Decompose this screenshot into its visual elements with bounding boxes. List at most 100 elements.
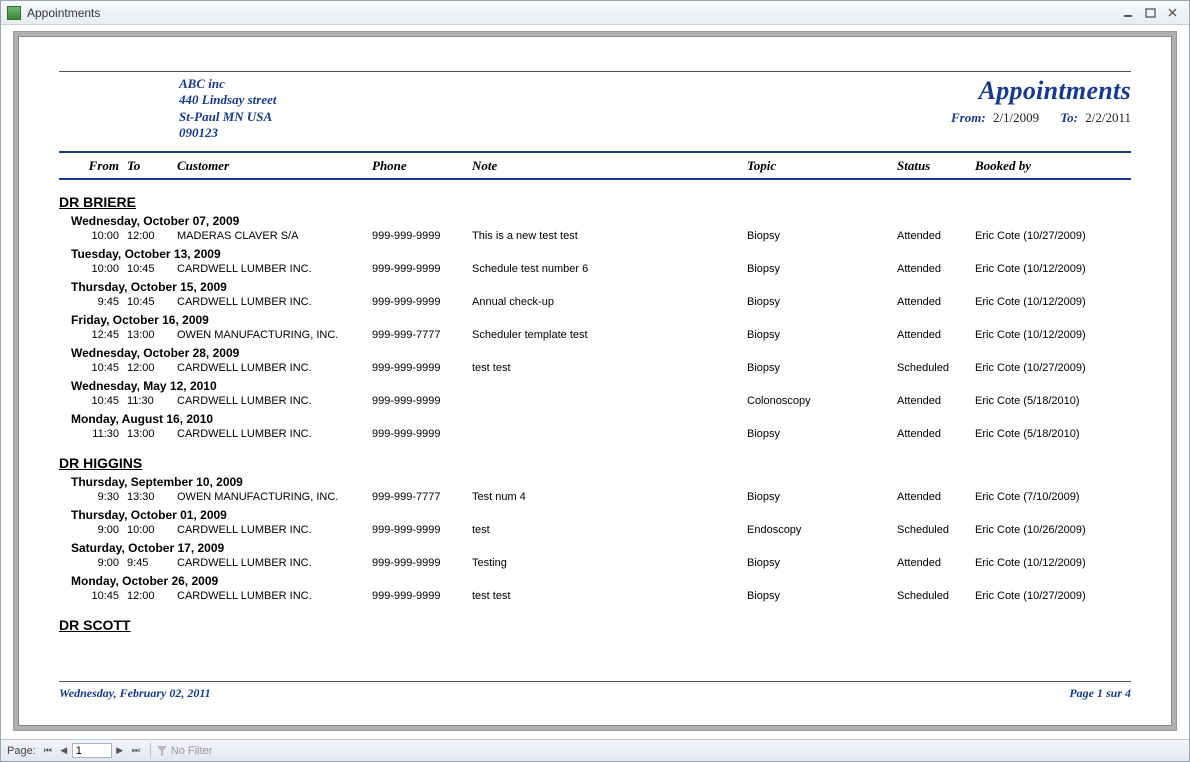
- cell-topic: Biopsy: [747, 590, 897, 602]
- appointment-row: 9:4510:45CARDWELL LUMBER INC.999-999-999…: [59, 294, 1131, 309]
- maximize-icon[interactable]: [1141, 6, 1161, 20]
- cell-phone: 999-999-7777: [372, 329, 472, 341]
- appointment-row: 9:0010:00CARDWELL LUMBER INC.999-999-999…: [59, 522, 1131, 537]
- footer-date: Wednesday, February 02, 2011: [59, 686, 211, 701]
- cell-bookedby: Eric Cote (10/12/2009): [975, 263, 1155, 275]
- company-street: 440 Lindsay street: [179, 92, 277, 108]
- cell-topic: Colonoscopy: [747, 395, 897, 407]
- window-title: Appointments: [27, 6, 100, 20]
- appointment-row: 10:0012:00MADERAS CLAVER S/A999-999-9999…: [59, 228, 1131, 243]
- report-body: DR BRIEREWednesday, October 07, 200910:0…: [59, 194, 1131, 633]
- statusbar: Page: ⏮ ◀ ▶ ⏭ No Filter: [1, 739, 1189, 761]
- page-label: Page:: [7, 745, 36, 757]
- close-icon[interactable]: [1163, 6, 1183, 20]
- cell-customer: OWEN MANUFACTURING, INC.: [177, 329, 372, 341]
- first-page-icon[interactable]: ⏮: [40, 743, 56, 759]
- cell-phone: 999-999-9999: [372, 395, 472, 407]
- cell-from: 11:30: [77, 428, 127, 440]
- cell-note: This is a new test test: [472, 230, 747, 242]
- cell-status: Scheduled: [897, 590, 975, 602]
- cell-note: test test: [472, 590, 747, 602]
- date-header: Wednesday, May 12, 2010: [71, 379, 1131, 393]
- report-viewer[interactable]: ABC inc 440 Lindsay street St-Paul MN US…: [13, 31, 1177, 731]
- date-header: Tuesday, October 13, 2009: [71, 247, 1131, 261]
- date-header: Friday, October 16, 2009: [71, 313, 1131, 327]
- page-number-input[interactable]: [72, 743, 112, 758]
- cell-bookedby: Eric Cote (5/18/2010): [975, 428, 1155, 440]
- date-header: Wednesday, October 07, 2009: [71, 214, 1131, 228]
- appointment-row: 11:3013:00CARDWELL LUMBER INC.999-999-99…: [59, 426, 1131, 441]
- cell-status: Scheduled: [897, 524, 975, 536]
- company-citystate: St-Paul MN USA: [179, 109, 277, 125]
- cell-to: 10:45: [127, 263, 177, 275]
- cell-customer: CARDWELL LUMBER INC.: [177, 524, 372, 536]
- cell-status: Attended: [897, 395, 975, 407]
- minimize-icon[interactable]: [1119, 6, 1139, 20]
- date-header: Monday, October 26, 2009: [71, 574, 1131, 588]
- cell-to: 13:30: [127, 491, 177, 503]
- cell-note: [472, 395, 747, 407]
- col-bookedby: Booked by: [975, 158, 1155, 174]
- cell-bookedby: Eric Cote (10/26/2009): [975, 524, 1155, 536]
- cell-from: 10:45: [77, 395, 127, 407]
- cell-customer: CARDWELL LUMBER INC.: [177, 557, 372, 569]
- doctor-group-header: DR SCOTT: [59, 617, 1131, 633]
- cell-note: Testing: [472, 557, 747, 569]
- appointment-row: 9:009:45CARDWELL LUMBER INC.999-999-9999…: [59, 555, 1131, 570]
- col-customer: Customer: [177, 158, 372, 174]
- cell-status: Attended: [897, 557, 975, 569]
- cell-bookedby: Eric Cote (10/27/2009): [975, 230, 1155, 242]
- cell-customer: CARDWELL LUMBER INC.: [177, 590, 372, 602]
- page-footer: Wednesday, February 02, 2011 Page 1 sur …: [59, 681, 1131, 701]
- cell-bookedby: Eric Cote (10/27/2009): [975, 362, 1155, 374]
- cell-to: 11:30: [127, 395, 177, 407]
- cell-status: Attended: [897, 230, 975, 242]
- cell-phone: 999-999-9999: [372, 590, 472, 602]
- cell-topic: Biopsy: [747, 296, 897, 308]
- company-zip: 090123: [179, 125, 277, 141]
- appointment-row: 10:4511:30CARDWELL LUMBER INC.999-999-99…: [59, 393, 1131, 408]
- cell-customer: CARDWELL LUMBER INC.: [177, 395, 372, 407]
- from-label: From:: [951, 110, 986, 125]
- cell-from: 12:45: [77, 329, 127, 341]
- cell-bookedby: Eric Cote (5/18/2010): [975, 395, 1155, 407]
- footer-page: Page 1 sur 4: [1069, 686, 1131, 701]
- cell-customer: CARDWELL LUMBER INC.: [177, 362, 372, 374]
- cell-note: Annual check-up: [472, 296, 747, 308]
- company-name: ABC inc: [179, 76, 277, 92]
- cell-note: Scheduler template test: [472, 329, 747, 341]
- to-label: To:: [1060, 110, 1078, 125]
- cell-phone: 999-999-9999: [372, 263, 472, 275]
- cell-phone: 999-999-9999: [372, 362, 472, 374]
- cell-to: 10:45: [127, 296, 177, 308]
- cell-bookedby: Eric Cote (10/27/2009): [975, 590, 1155, 602]
- cell-topic: Biopsy: [747, 491, 897, 503]
- date-header: Thursday, October 01, 2009: [71, 508, 1131, 522]
- cell-from: 9:45: [77, 296, 127, 308]
- date-header: Thursday, September 10, 2009: [71, 475, 1131, 489]
- report-title: Appointments: [951, 76, 1131, 106]
- last-page-icon[interactable]: ⏭: [128, 743, 144, 759]
- cell-customer: CARDWELL LUMBER INC.: [177, 263, 372, 275]
- doctor-group-header: DR HIGGINS: [59, 455, 1131, 471]
- next-page-icon[interactable]: ▶: [112, 743, 128, 759]
- cell-status: Attended: [897, 491, 975, 503]
- company-block: ABC inc 440 Lindsay street St-Paul MN US…: [179, 76, 277, 141]
- prev-page-icon[interactable]: ◀: [56, 743, 72, 759]
- cell-from: 9:30: [77, 491, 127, 503]
- date-header: Thursday, October 15, 2009: [71, 280, 1131, 294]
- appointment-row: 10:0010:45CARDWELL LUMBER INC.999-999-99…: [59, 261, 1131, 276]
- col-note: Note: [472, 158, 747, 174]
- column-headers: From To Customer Phone Note Topic Status…: [59, 151, 1131, 180]
- cell-status: Attended: [897, 263, 975, 275]
- cell-topic: Biopsy: [747, 362, 897, 374]
- cell-phone: 999-999-9999: [372, 524, 472, 536]
- cell-bookedby: Eric Cote (10/12/2009): [975, 329, 1155, 341]
- no-filter-button[interactable]: No Filter: [157, 745, 213, 757]
- cell-to: 9:45: [127, 557, 177, 569]
- date-header: Monday, August 16, 2010: [71, 412, 1131, 426]
- col-status: Status: [897, 158, 975, 174]
- cell-from: 10:00: [77, 230, 127, 242]
- cell-from: 9:00: [77, 557, 127, 569]
- report-title-block: Appointments From: 2/1/2009 To: 2/2/2011: [951, 76, 1131, 141]
